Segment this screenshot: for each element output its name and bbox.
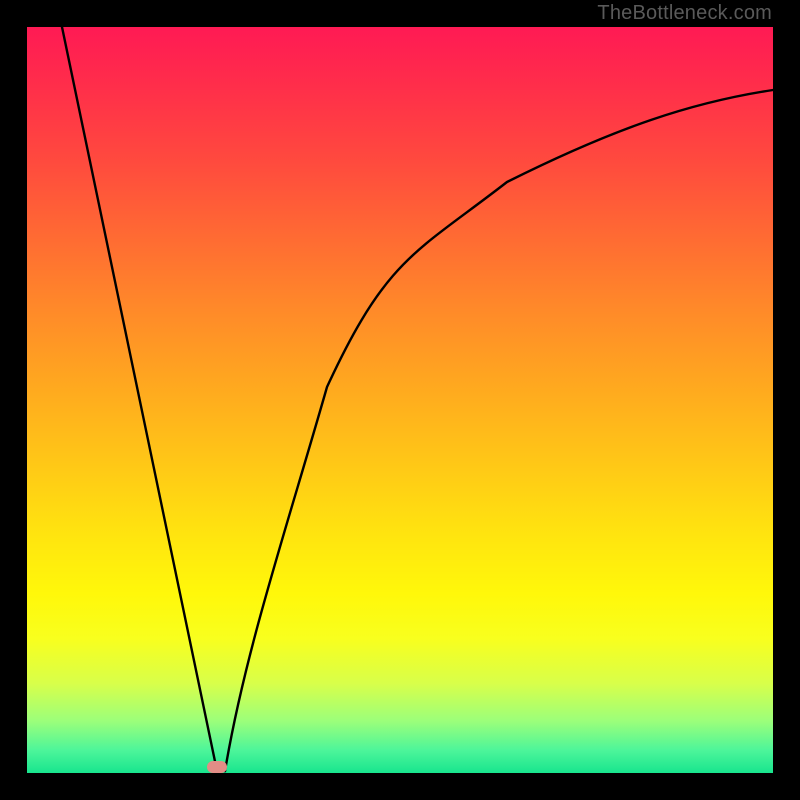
plot-area: [27, 27, 773, 773]
curve-svg: [27, 27, 773, 773]
watermark-text: TheBottleneck.com: [597, 0, 772, 26]
chart-frame: TheBottleneck.com: [0, 0, 800, 800]
bottleneck-curve: [62, 27, 773, 771]
optimal-point-marker: [207, 761, 227, 773]
